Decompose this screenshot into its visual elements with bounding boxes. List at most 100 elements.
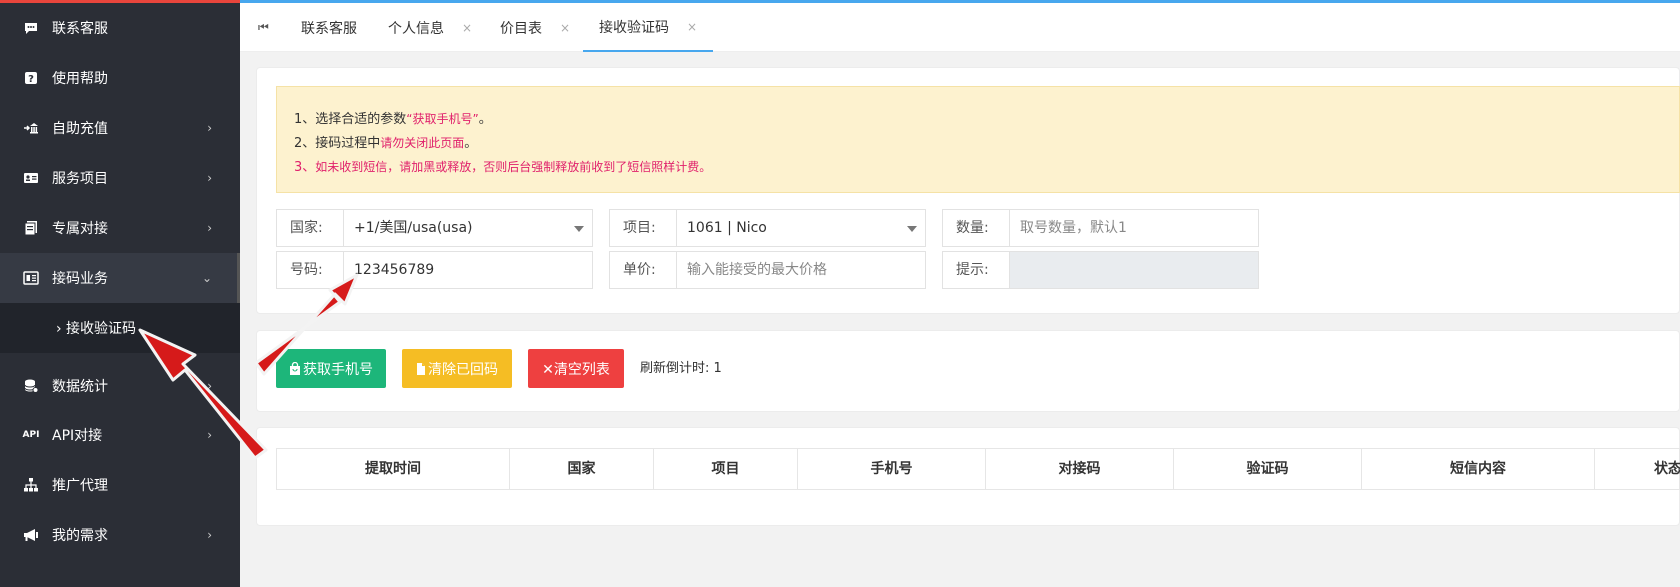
clear-list-button[interactable]: ✕清空列表 xyxy=(528,349,624,388)
api-icon: API xyxy=(22,430,40,440)
tab-label: 联系客服 xyxy=(301,20,357,37)
sidebar: 联系客服 ? 使用帮助 自助充值 › 服务项目 › 专属对接 › 接码业务 ⌄ … xyxy=(0,0,240,587)
notice-line-2: 2、接码过程中请勿关闭此页面。 xyxy=(294,132,477,151)
sidebar-item-statistics[interactable]: 数据统计 › xyxy=(0,361,240,411)
sidebar-item-label: 专属对接 xyxy=(52,221,108,237)
country-select-value[interactable]: +1/美国/usa(usa) xyxy=(344,210,592,246)
chevron-right-icon: › xyxy=(207,121,212,135)
sidebar-item-requests[interactable]: 我的需求 › xyxy=(0,510,240,560)
notice-text: 。 xyxy=(478,112,492,127)
chevron-right-icon: › xyxy=(207,379,212,393)
hint-output xyxy=(1010,252,1258,288)
file-icon xyxy=(417,362,425,375)
tab-price-list[interactable]: 价目表 × xyxy=(500,3,570,52)
button-label: 清除已回码 xyxy=(428,361,498,378)
refresh-countdown: 刷新倒计时: 1 xyxy=(640,349,722,388)
sidebar-item-contact[interactable]: 联系客服 xyxy=(0,3,240,53)
megaphone-icon xyxy=(22,526,40,544)
sidebar-item-services[interactable]: 服务项目 › xyxy=(0,153,240,203)
column-header[interactable]: 国家 xyxy=(510,449,654,489)
project-select[interactable]: 项目: 1061 | Nico xyxy=(609,209,926,247)
document-icon xyxy=(22,219,40,237)
column-header[interactable]: 手机号 xyxy=(798,449,986,489)
chevron-down-icon: ⌄ xyxy=(201,271,212,285)
notice-line-1: 1、选择合适的参数“获取手机号”。 xyxy=(294,108,492,127)
notice-box: 1、选择合适的参数“获取手机号”。 2、接码过程中请勿关闭此页面。 3、如未收到… xyxy=(276,86,1680,193)
recharge-icon xyxy=(22,119,40,137)
get-number-button[interactable]: 获取手机号 xyxy=(276,349,386,388)
code-icon xyxy=(22,269,40,287)
hint-field: 提示: xyxy=(942,251,1259,289)
column-header[interactable]: 状态 xyxy=(1595,449,1680,489)
bag-icon xyxy=(290,362,300,375)
chat-icon xyxy=(22,19,40,37)
chevron-right-icon: › xyxy=(207,171,212,185)
sitemap-icon xyxy=(22,476,40,494)
number-input[interactable]: 123456789 xyxy=(344,252,592,288)
tab-bar: ⏮ 联系客服 个人信息 × 价目表 × 接收验证码 × xyxy=(240,0,1680,52)
notice-text: 1、选择合适的参数 xyxy=(294,112,407,127)
notice-text: 2、接码过程中 xyxy=(294,136,381,151)
sidebar-item-help[interactable]: ? 使用帮助 xyxy=(0,53,240,103)
notice-highlight: “获取手机号” xyxy=(406,112,479,126)
number-field[interactable]: 号码: 123456789 xyxy=(276,251,593,289)
sidebar-item-label: 联系客服 xyxy=(52,21,108,37)
sidebar-item-label: 我的需求 xyxy=(52,528,108,544)
quantity-field[interactable]: 数量: 取号数量，默认1 xyxy=(942,209,1259,247)
sidebar-item-api[interactable]: API API对接 › xyxy=(0,410,240,460)
tab-label: 接收验证码 xyxy=(599,19,669,36)
skip-back-icon: ⏮ xyxy=(258,20,269,34)
notice-highlight: 如未收到短信，请加黑或释放，否则后台强制释放前收到了短信照样计费。 xyxy=(315,160,712,174)
clear-received-button[interactable]: 清除已回码 xyxy=(402,349,512,388)
column-header[interactable]: 对接码 xyxy=(986,449,1174,489)
quantity-input[interactable]: 取号数量，默认1 xyxy=(1010,210,1258,246)
field-label: 号码: xyxy=(277,252,344,288)
tab-scroll-left-button[interactable]: ⏮ xyxy=(258,3,269,52)
notice-text: 。 xyxy=(464,136,478,151)
help-icon: ? xyxy=(22,69,40,87)
sidebar-item-label: 接码业务 xyxy=(52,271,108,287)
notice-line-3: 3、如未收到短信，请加黑或释放，否则后台强制释放前收到了短信照样计费。 xyxy=(294,156,711,175)
column-header[interactable]: 提取时间 xyxy=(277,449,510,489)
country-select[interactable]: 国家: +1/美国/usa(usa) xyxy=(276,209,593,247)
field-label: 提示: xyxy=(943,252,1010,288)
tab-receive-code[interactable]: 接收验证码 × xyxy=(583,3,714,52)
price-field[interactable]: 单价: 输入能接受的最大价格 xyxy=(609,251,926,289)
tab-profile[interactable]: 个人信息 × xyxy=(388,3,472,52)
field-label: 国家: xyxy=(277,210,344,246)
table-header: 提取时间 国家 项目 手机号 对接码 验证码 短信内容 状态 xyxy=(276,448,1680,490)
sidebar-item-label: 自助充值 xyxy=(52,121,108,137)
id-card-icon xyxy=(22,169,40,187)
database-icon xyxy=(22,377,40,395)
countdown-value: 1 xyxy=(713,361,722,376)
close-icon[interactable]: × xyxy=(687,20,697,34)
close-icon[interactable]: × xyxy=(560,21,570,35)
app-root: 联系客服 ? 使用帮助 自助充值 › 服务项目 › 专属对接 › 接码业务 ⌄ … xyxy=(0,0,1680,587)
column-header[interactable]: 项目 xyxy=(654,449,798,489)
sidebar-item-label: 数据统计 xyxy=(52,379,108,395)
sidebar-subitem-receive-code[interactable]: › 接收验证码 xyxy=(0,303,240,353)
svg-text:?: ? xyxy=(28,74,34,85)
button-label: ✕清空列表 xyxy=(542,361,610,378)
project-select-value[interactable]: 1061 | Nico xyxy=(677,210,925,246)
caret-down-icon xyxy=(574,226,584,232)
sidebar-item-dedicated[interactable]: 专属对接 › xyxy=(0,203,240,253)
notice-highlight: 请勿关闭此页面 xyxy=(380,136,465,150)
sidebar-item-label: API对接 xyxy=(52,428,103,444)
column-header[interactable]: 短信内容 xyxy=(1362,449,1595,489)
sidebar-item-recharge[interactable]: 自助充值 › xyxy=(0,103,240,153)
field-label: 数量: xyxy=(943,210,1010,246)
sidebar-item-label: 使用帮助 xyxy=(52,71,108,87)
tab-contact[interactable]: 联系客服 xyxy=(301,3,357,52)
button-label: 获取手机号 xyxy=(303,361,373,378)
notice-text: 3、 xyxy=(294,160,316,175)
chevron-right-icon: › xyxy=(207,428,212,442)
sidebar-item-label: 服务项目 xyxy=(52,171,108,187)
tab-label: 个人信息 xyxy=(388,20,444,37)
sidebar-item-promotion[interactable]: 推广代理 xyxy=(0,460,240,510)
column-header[interactable]: 验证码 xyxy=(1174,449,1362,489)
price-input[interactable]: 输入能接受的最大价格 xyxy=(677,252,925,288)
sidebar-item-sms-code[interactable]: 接码业务 ⌄ xyxy=(0,253,240,303)
sidebar-item-label: 推广代理 xyxy=(52,478,108,494)
close-icon[interactable]: × xyxy=(462,21,472,35)
